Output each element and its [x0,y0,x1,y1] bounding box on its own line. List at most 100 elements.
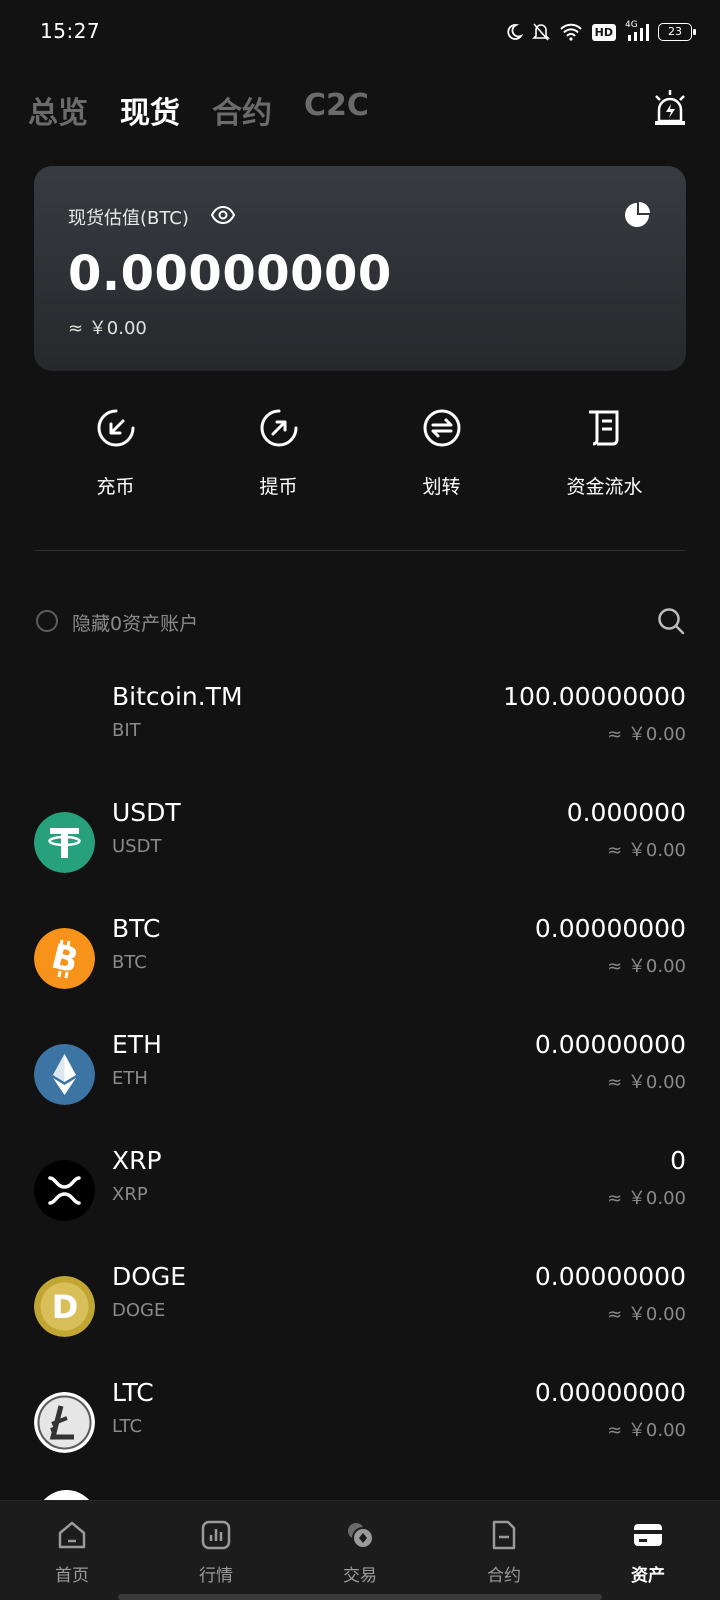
wifi-icon [559,23,582,41]
nav-home-label: 首页 [55,1566,89,1586]
eth-icon [34,1044,95,1105]
ledger-button[interactable]: 资金流水 [523,406,686,506]
asset-symbol: BIT [112,720,141,741]
hide-zero-label[interactable]: 隐藏0资产账户 [72,609,198,636]
search-button[interactable] [656,606,686,636]
asset-amount: 0.00000000 [534,1030,686,1059]
btc-icon: B [34,928,95,989]
asset-symbol: ETH [112,1068,148,1089]
nav-home[interactable]: 首页 [0,1501,144,1600]
search-icon [658,608,685,635]
quick-actions: 充币 提币 划转 资金流水 [34,406,686,506]
hd-icon: HD [591,23,616,41]
moon-icon [507,24,523,40]
tab-contract[interactable]: 合约 [212,88,272,132]
alarm-button[interactable] [650,88,690,128]
deposit-button[interactable]: 充币 [34,406,197,506]
asset-symbol: LTC [112,1416,143,1437]
asset-name: ETH [112,1030,162,1059]
status-bar: 15:27 HD 4G 23 [0,0,720,64]
withdraw-icon [260,409,298,447]
asset-row-btc[interactable]: B BTC BTC 0.00000000 ≈ ￥0.00 [34,908,686,1024]
transfer-button[interactable]: 划转 [360,406,523,506]
asset-fiat: ≈ ￥0.00 [607,724,686,745]
market-icon [201,1520,231,1550]
asset-row-usdt[interactable]: USDT USDT 0.000000 ≈ ￥0.00 [34,792,686,908]
deposit-label: 充币 [96,476,135,498]
status-time: 15:27 [40,19,101,43]
nav-trade[interactable]: 交易 [288,1501,432,1600]
asset-symbol: BTC [112,952,147,973]
nav-trade-label: 交易 [343,1566,377,1586]
asset-row-ltc[interactable]: LTC LTC 0.00000000 ≈ ￥0.00 [34,1372,686,1488]
bottom-nav: 首页 行情 交易 合约 资产 [0,1500,720,1600]
asset-name: USDT [112,798,181,827]
deposit-icon [97,409,135,447]
divider [34,550,686,551]
asset-name: XRP [112,1146,162,1175]
asset-row-eth[interactable]: ETH ETH 0.00000000 ≈ ￥0.00 [34,1024,686,1140]
filter-row: 隐藏0资产账户 [34,606,686,638]
battery-level: 23 [668,25,682,38]
signal-icon: 4G [625,20,649,42]
trade-icon [348,1523,374,1549]
asset-name: DOGE [112,1262,187,1291]
alarm-icon [655,90,685,125]
asset-row-bit[interactable]: Bitcoin.TM BIT 100.00000000 ≈ ￥0.00 [34,676,686,792]
asset-list: Bitcoin.TM BIT 100.00000000 ≈ ￥0.00 USDT… [34,676,686,1488]
nav-contract[interactable]: 合约 [432,1501,576,1600]
asset-fiat: ≈ ￥0.00 [607,1188,686,1209]
contract-icon [492,1520,516,1550]
ltc-icon [34,1392,95,1453]
asset-name: Bitcoin.TM [112,682,243,711]
pie-chart-icon[interactable] [622,200,652,230]
status-icons: HD 4G 23 [505,20,696,44]
nav-contract-label: 合约 [487,1566,521,1586]
transfer-icon [423,409,461,447]
asset-symbol: DOGE [112,1300,166,1321]
nav-market[interactable]: 行情 [144,1501,288,1600]
asset-name: LTC [112,1378,154,1407]
battery-icon: 23 [658,23,696,41]
home-icon [58,1521,86,1549]
bell-off-icon [531,23,550,41]
tab-c2c[interactable]: C2C [304,88,369,123]
usdt-icon [34,812,95,873]
asset-row-doge[interactable]: D DOGE DOGE 0.00000000 ≈ ￥0.00 [34,1256,686,1372]
asset-amount: 0.000000 [566,798,686,827]
asset-fiat: ≈ ￥0.00 [607,1304,686,1325]
nav-assets-label: 资产 [631,1566,665,1586]
top-tabs: 总览 现货 合约 C2C [0,80,720,136]
tab-spot[interactable]: 现货 [120,88,180,132]
asset-amount: 0.00000000 [534,1262,686,1291]
asset-amount: 0.00000000 [534,914,686,943]
hide-zero-radio[interactable] [36,610,58,632]
valuation-fiat: ≈ ￥0.00 [68,318,147,339]
asset-fiat: ≈ ￥0.00 [607,956,686,977]
asset-symbol: XRP [112,1184,148,1205]
home-indicator[interactable] [118,1594,602,1600]
asset-fiat: ≈ ￥0.00 [607,1072,686,1093]
asset-fiat: ≈ ￥0.00 [607,840,686,861]
asset-amount: 0 [670,1146,686,1175]
withdraw-button[interactable]: 提币 [197,406,360,506]
withdraw-label: 提币 [259,476,298,498]
asset-name: BTC [112,914,161,943]
nav-assets[interactable]: 资产 [576,1501,720,1600]
asset-amount: 0.00000000 [534,1378,686,1407]
doge-icon: D [34,1276,95,1337]
valuation-label: 现货估值(BTC) [68,208,189,229]
spot-valuation-card: 现货估值(BTC) 0.00000000 ≈ ￥0.00 [34,166,686,371]
asset-fiat: ≈ ￥0.00 [607,1420,686,1441]
nav-market-label: 行情 [199,1566,233,1586]
tab-overview[interactable]: 总览 [28,88,88,132]
asset-row-xrp[interactable]: XRP XRP 0 ≈ ￥0.00 [34,1140,686,1256]
transfer-label: 划转 [422,476,461,498]
valuation-value: 0.00000000 [68,246,392,302]
ledger-label: 资金流水 [566,476,643,498]
wallet-icon [634,1524,662,1546]
xrp-icon [34,1160,95,1221]
eye-icon[interactable] [210,202,236,228]
svg-text:D: D [52,1288,79,1326]
ledger-icon [589,410,619,446]
